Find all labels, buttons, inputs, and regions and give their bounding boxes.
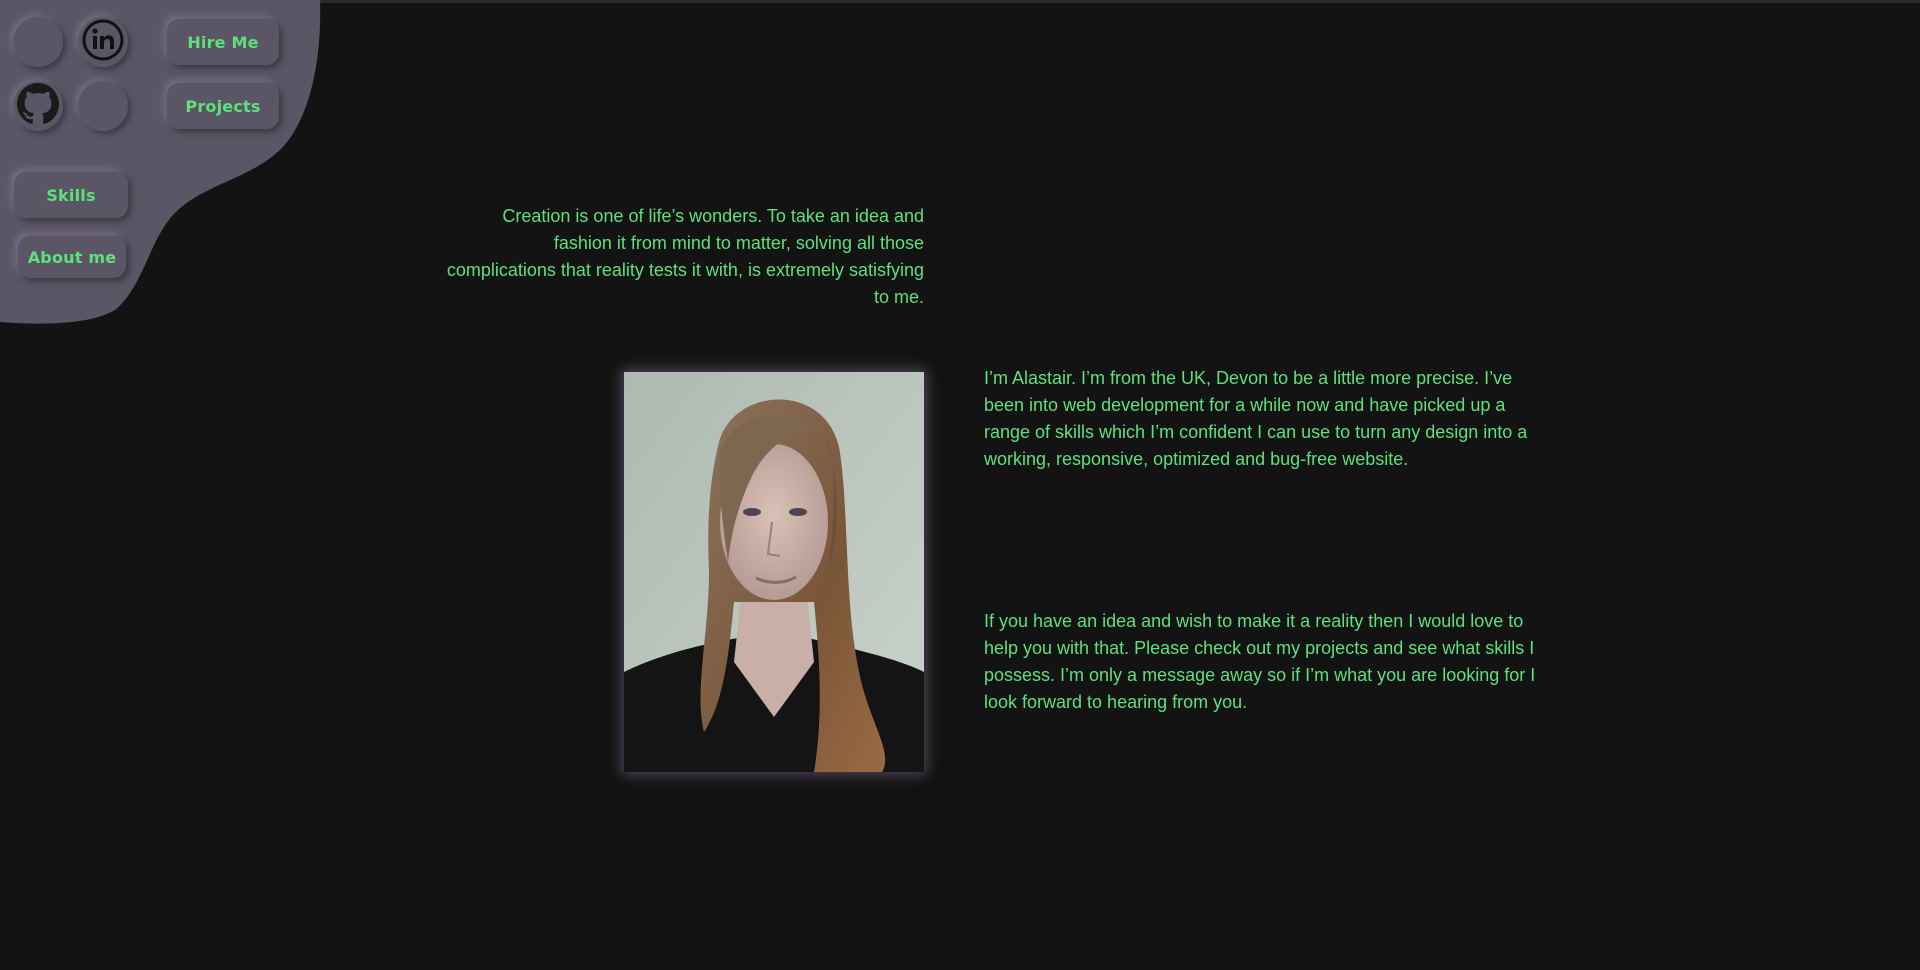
intro-quote: Creation is one of life’s wonders. To ta… [446,206,924,307]
profile-photo [624,372,924,772]
about-paragraph-1: I’m Alastair. I’m from the UK, Devon to … [984,368,1528,469]
github-icon [17,82,59,130]
skills-button[interactable]: Skills [14,172,128,218]
projects-button[interactable]: Projects [167,83,279,129]
linkedin-button[interactable] [78,17,128,67]
social-button-4[interactable] [78,81,128,131]
about-me-button[interactable]: About me [18,236,126,278]
about-paragraph-2: If you have an idea and wish to make it … [984,611,1536,712]
social-button-1[interactable] [13,17,63,67]
page: Hire Me Projects Skills About me Creatio… [0,0,1920,970]
linkedin-icon [81,18,125,67]
hire-me-button[interactable]: Hire Me [167,19,279,65]
github-button[interactable] [13,81,63,131]
